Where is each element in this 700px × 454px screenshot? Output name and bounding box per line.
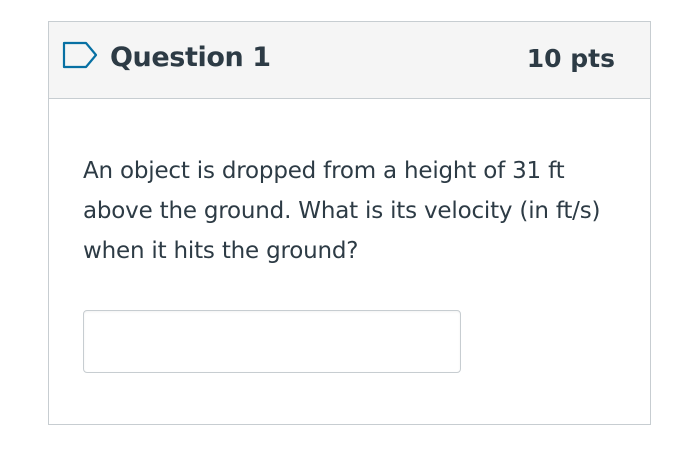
question-header: Question 1 10 pts	[49, 22, 650, 99]
flag-outline-icon[interactable]	[62, 41, 98, 69]
question-title: Question 1	[110, 42, 271, 73]
question-card: Question 1 10 pts An object is dropped f…	[48, 21, 651, 425]
question-body: An object is dropped from a height of 31…	[49, 99, 650, 425]
question-points: 10 pts	[526, 44, 615, 73]
question-text: An object is dropped from a height of 31…	[83, 158, 601, 264]
answer-input[interactable]	[83, 310, 461, 373]
